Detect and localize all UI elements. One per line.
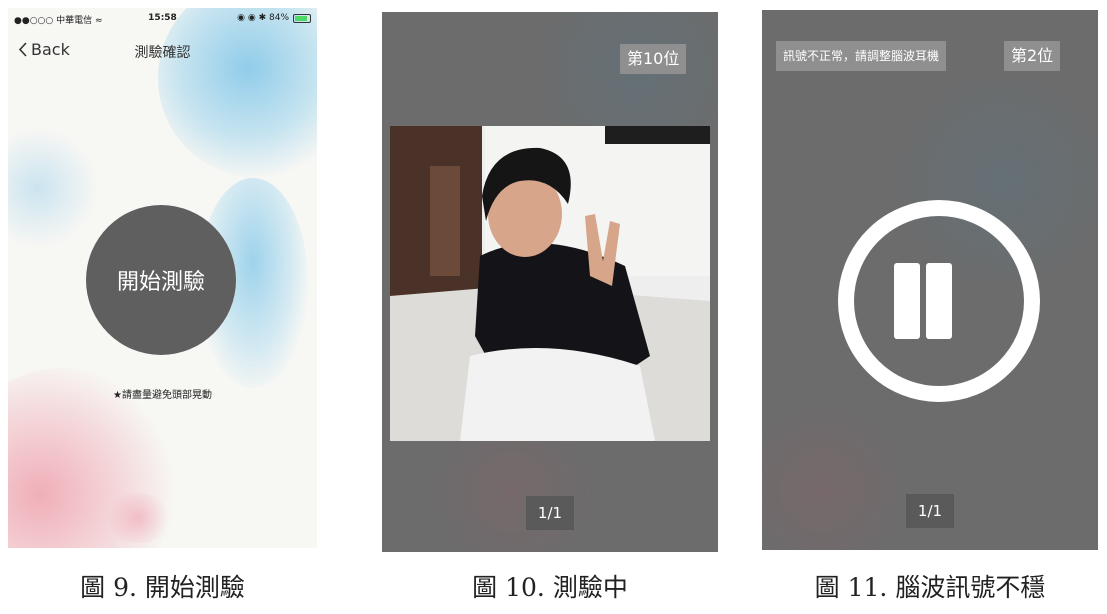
rank-tag: 第2位 — [1004, 41, 1061, 71]
battery-fill — [295, 15, 307, 21]
pause-icon[interactable] — [838, 200, 1040, 402]
figure-caption-9: 圖 9. 開始測驗 — [80, 573, 245, 602]
start-test-screen: ●●○○○ 中華電信 ≈ 15:58 ◉ ◉ ✱ 84% Back 測驗確認 開… — [8, 8, 317, 548]
status-indicators: ◉ ◉ ✱ 84% — [237, 13, 311, 23]
watercolor-pink-drop — [103, 493, 173, 543]
stimulus-photo — [390, 126, 710, 441]
figure-caption-10: 圖 10. 測驗中 — [472, 573, 628, 602]
start-test-button[interactable]: 開始測驗 — [86, 205, 236, 355]
signal-unstable-screen: 訊號不正常，請調整腦波耳機 第2位 1/1 — [762, 10, 1098, 550]
testing-screen: 第10位 1/1 — [382, 12, 718, 552]
person-photo-image — [390, 126, 710, 441]
page-title: 測驗確認 — [134, 45, 191, 61]
head-movement-hint: ★請盡量避免頭部晃動 — [113, 390, 212, 401]
navigation-bar: Back 測驗確認 — [8, 38, 317, 64]
progress-counter: 1/1 — [906, 494, 954, 528]
signal-warning-tag: 訊號不正常，請調整腦波耳機 — [776, 41, 947, 71]
indicator-text: ◉ ◉ ✱ 84% — [237, 13, 289, 23]
watercolor-blue-left — [8, 128, 98, 248]
battery-icon — [293, 13, 311, 23]
pause-bar-right — [926, 263, 952, 339]
status-bar: ●●○○○ 中華電信 ≈ 15:58 ◉ ◉ ✱ 84% — [8, 8, 317, 28]
rank-tag: 第10位 — [620, 44, 687, 74]
pause-bar-left — [894, 263, 920, 339]
ghost-pink-splash — [762, 400, 922, 550]
progress-counter: 1/1 — [526, 496, 574, 530]
figure-caption-11: 圖 11. 腦波訊號不穩 — [814, 573, 1046, 602]
watercolor-blue-splash — [158, 8, 317, 178]
